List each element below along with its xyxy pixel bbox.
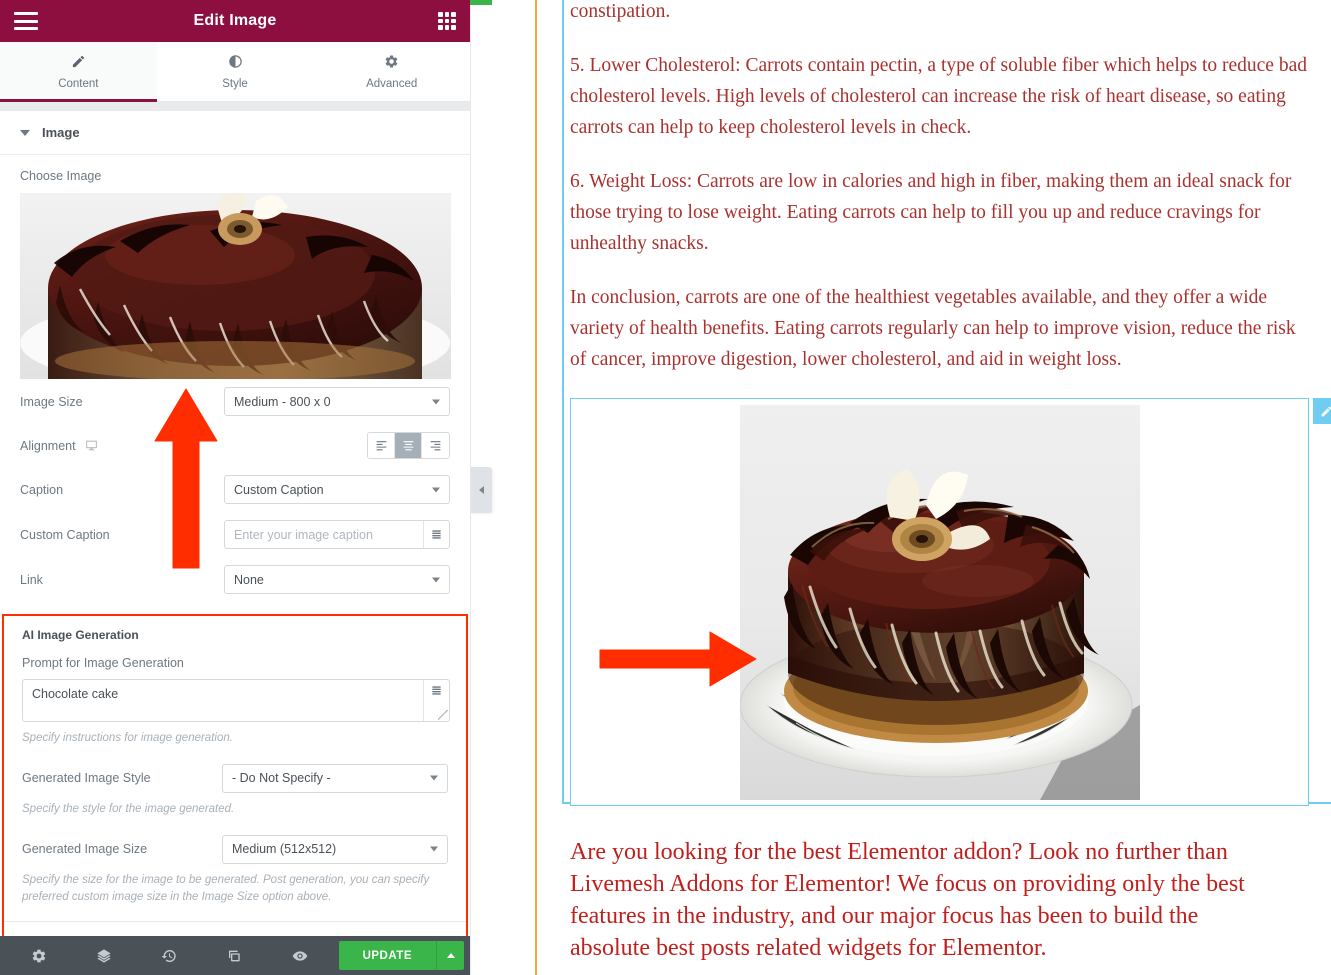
tab-content[interactable]: Content (0, 42, 157, 102)
tab-content-label: Content (58, 77, 99, 90)
closing-paragraph: Are you looking for the best Elementor a… (570, 839, 1245, 961)
update-button-group: UPDATE (338, 941, 464, 970)
tab-advanced-label: Advanced (366, 77, 418, 90)
panel-body: Image Choose Image Image Size Medium - 8… (0, 111, 470, 936)
ai-row-size: Generated Image Size Medium (512x512) (22, 834, 448, 864)
section-image-header[interactable]: Image (0, 111, 470, 155)
ai-section-title: AI Image Generation (22, 628, 139, 642)
paragraph-2: 6. Weight Loss: Carrots are low in calor… (570, 171, 1292, 254)
link-value: None (234, 572, 264, 587)
settings-gear-icon[interactable] (6, 948, 71, 964)
panel-header: Edit Image (0, 0, 470, 42)
panel-collapse-handle[interactable] (471, 467, 492, 513)
link-label: Link (20, 572, 43, 587)
ai-prompt-help: Specify instructions for image generatio… (22, 732, 233, 744)
caption-select[interactable]: Custom Caption (224, 475, 450, 504)
field-row-alignment: Alignment (0, 424, 470, 467)
ai-size-select[interactable]: Medium (512x512) (222, 834, 448, 864)
ai-prompt-label: Prompt for Image Generation (22, 656, 184, 670)
ai-size-label: Generated Image Size (22, 842, 148, 857)
clipped-paragraph: Please an to a support for our clients a… (570, 970, 1271, 975)
history-revisions-icon[interactable] (137, 948, 202, 964)
paragraph-3: In conclusion, carrots are one of the he… (570, 287, 1296, 370)
dynamic-tags-icon[interactable] (423, 680, 449, 721)
cake-thumbnail-graphic (20, 193, 451, 379)
align-right-button[interactable] (422, 433, 449, 458)
tab-advanced[interactable]: Advanced (313, 42, 471, 101)
ai-style-value: - Do Not Specify - (232, 771, 331, 786)
panel-tabs: Content Style Advanced (0, 42, 471, 102)
field-row-custom-caption: Custom Caption (0, 512, 470, 557)
custom-caption-input[interactable] (225, 521, 423, 548)
panel-tabs-shadow (0, 102, 470, 111)
panel-title: Edit Image (193, 12, 277, 29)
post-content: constipation. 5. Lower Cholesterol: Carr… (570, 0, 1331, 975)
caret-up-icon[interactable] (436, 941, 464, 970)
chevron-down-icon (430, 775, 438, 781)
image-thumbnail[interactable] (20, 193, 451, 379)
image-size-label: Image Size (20, 394, 83, 409)
link-select[interactable]: None (224, 565, 450, 594)
dynamic-tags-icon[interactable] (423, 521, 449, 548)
editor-canvas: constipation. 5. Lower Cholesterol: Carr… (492, 0, 1331, 975)
chevron-left-icon (479, 486, 484, 494)
ai-generate-row: GENERATE (22, 922, 448, 936)
ai-size-value: Medium (512x512) (232, 842, 337, 857)
chevron-down-icon (430, 846, 438, 852)
ai-image-generation-section: AI Image Generation Prompt for Image Gen… (2, 614, 468, 936)
custom-caption-label: Custom Caption (20, 527, 110, 542)
ai-prompt-input-wrap (22, 679, 450, 722)
ai-prompt-textarea[interactable] (23, 680, 423, 721)
desktop-icon[interactable] (85, 439, 98, 452)
choose-image-block: Choose Image (0, 155, 470, 379)
image-widget[interactable] (570, 398, 1331, 806)
align-left-button[interactable] (368, 433, 395, 458)
pencil-edit-icon[interactable] (1313, 398, 1331, 424)
cake-image[interactable] (739, 404, 1140, 800)
pencil-icon (71, 54, 86, 72)
hamburger-icon[interactable] (14, 12, 38, 30)
paragraph-0: constipation. (570, 1, 671, 22)
alignment-label: Alignment (20, 438, 76, 453)
ai-style-select[interactable]: - Do Not Specify - (222, 763, 448, 793)
chevron-down-icon (432, 399, 440, 404)
elementor-panel: Edit Image Content Style Advanced Image … (0, 0, 505, 975)
ai-row-style: Generated Image Style - Do Not Specify - (22, 763, 448, 793)
tab-style-label: Style (222, 77, 248, 90)
field-row-caption: Caption Custom Caption (0, 467, 470, 512)
custom-caption-input-wrap (224, 520, 450, 549)
field-row-image-size: Image Size Medium - 800 x 0 (0, 379, 470, 424)
orange-guide-line (535, 0, 537, 975)
align-center-button[interactable] (395, 433, 422, 458)
chevron-down-icon (432, 487, 440, 492)
alignment-button-group (367, 432, 450, 459)
image-size-value: Medium - 800 x 0 (234, 394, 331, 409)
image-size-select[interactable]: Medium - 800 x 0 (224, 387, 450, 416)
update-button[interactable]: UPDATE (338, 941, 436, 970)
section-image-title: Image (42, 125, 80, 140)
grid-apps-icon[interactable] (438, 12, 456, 30)
caption-label: Caption (20, 482, 64, 497)
responsive-mode-icon[interactable] (202, 948, 267, 964)
preview-eye-icon[interactable] (267, 948, 332, 964)
tab-style[interactable]: Style (156, 42, 314, 101)
chevron-down-icon (432, 577, 440, 582)
paragraph-1: 5. Lower Cholesterol: Carrots contain pe… (570, 55, 1307, 138)
ai-style-label: Generated Image Style (22, 771, 151, 786)
caret-down-icon (20, 129, 30, 136)
gear-icon (384, 54, 399, 72)
contrast-circle-icon (228, 54, 243, 72)
ai-size-help: Specify the size for the image to be gen… (22, 873, 430, 904)
choose-image-label: Choose Image (20, 169, 102, 183)
elementor-editor-screen: Edit Image Content Style Advanced Image … (0, 0, 1331, 975)
caption-value: Custom Caption (234, 482, 324, 497)
field-row-link: Link None (0, 557, 470, 602)
ai-style-help: Specify the style for the image generate… (22, 802, 235, 815)
panel-footer: UPDATE (0, 936, 470, 975)
cake-graphic (739, 404, 1140, 800)
navigator-layers-icon[interactable] (71, 948, 136, 964)
